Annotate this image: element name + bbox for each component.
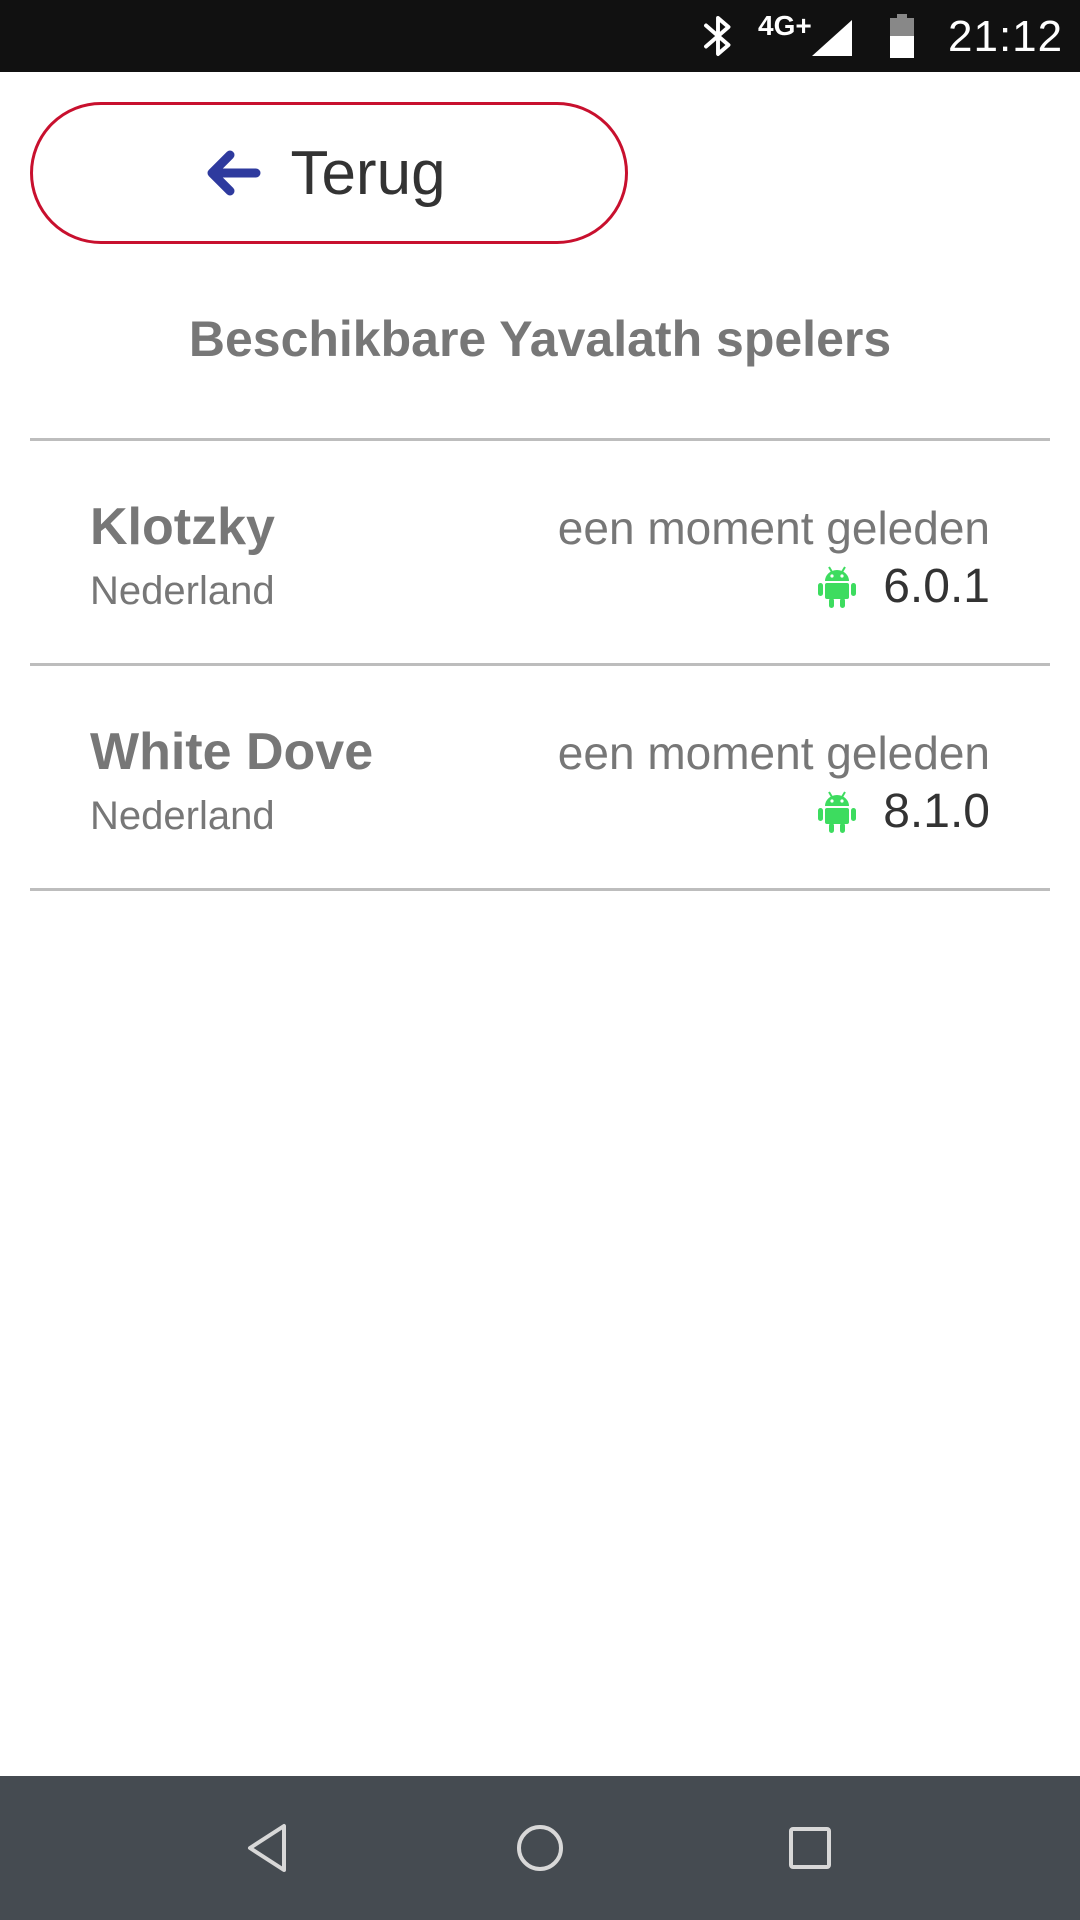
nav-home-icon[interactable] [508,1816,572,1880]
android-icon [818,790,857,833]
list-item[interactable]: Klotzky Nederland een moment geleden 6.0… [30,441,1050,666]
bluetooth-icon [704,16,731,56]
navigation-bar [0,1776,1080,1920]
back-button-label: Terug [290,138,446,208]
page-title: Beschikbare Yavalath spelers [188,311,892,367]
player-country: Nederland [90,569,275,613]
arrow-left-icon [207,150,261,196]
battery-icon [890,14,914,58]
status-time: 21:12 [948,12,1064,61]
back-button[interactable]: Terug [30,102,628,244]
player-version: 8.1.0 [883,785,990,838]
player-version-group: 8.1.0 [817,784,990,839]
player-list: Klotzky Nederland een moment geleden 6.0… [30,438,1050,891]
player-name: Klotzky [90,498,275,556]
player-version-group: 6.0.1 [817,559,990,614]
android-icon [818,565,857,608]
status-bar: 4G+ 21:12 [0,0,1080,72]
list-item[interactable]: White Dove Nederland een moment geleden … [30,666,1050,891]
player-version: 6.0.1 [883,560,990,613]
player-last-seen: een moment geleden [557,727,990,779]
screen: 4G+ 21:12 Terug Beschikbare Yavalath spe… [0,0,1080,1920]
nav-back-icon[interactable] [238,1816,302,1880]
network-type: 4G+ [758,10,812,41]
nav-recents-icon[interactable] [778,1816,842,1880]
player-name: White Dove [90,723,374,781]
player-country: Nederland [90,794,275,838]
player-last-seen: een moment geleden [557,502,990,554]
signal-icon [812,20,852,56]
